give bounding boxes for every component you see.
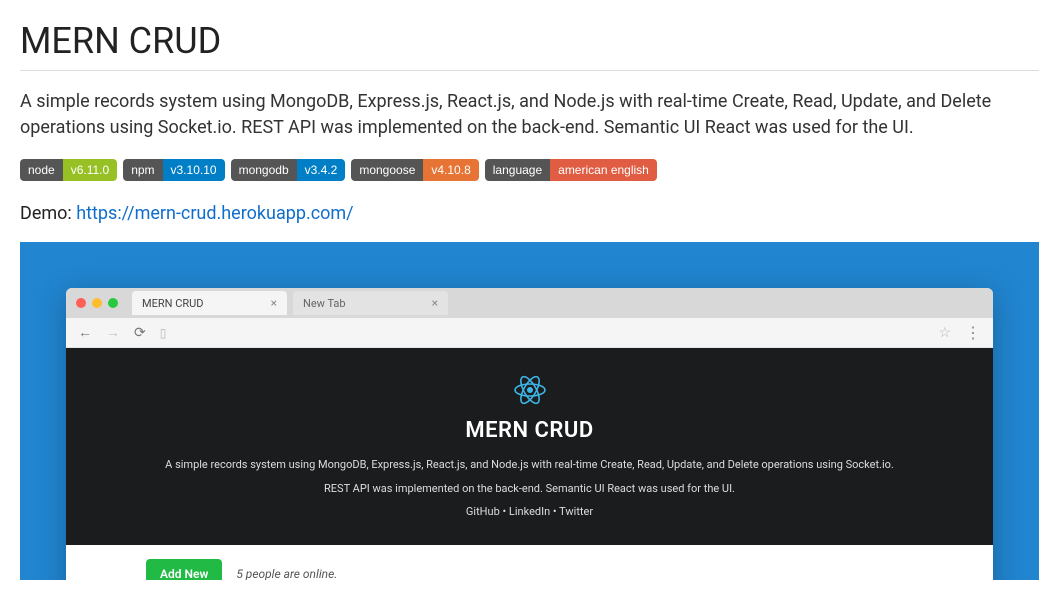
close-dot xyxy=(76,298,86,308)
browser-address-bar: ← → ⟳ ▯ ☆ ⋮ xyxy=(66,318,993,348)
maximize-dot xyxy=(108,298,118,308)
hero-links: GitHub • LinkedIn • Twitter xyxy=(96,504,963,519)
reload-icon[interactable]: ⟳ xyxy=(134,325,146,341)
badge-node: nodev6.11.0 xyxy=(20,159,117,181)
close-icon[interactable]: × xyxy=(432,296,438,310)
badge-npm: npmv3.10.10 xyxy=(123,159,224,181)
close-icon[interactable]: × xyxy=(271,296,277,310)
badge-row: nodev6.11.0 npmv3.10.10 mongodbv3.4.2 mo… xyxy=(20,159,1039,181)
page-title: MERN CRUD xyxy=(20,20,1039,62)
menu-icon[interactable]: ⋮ xyxy=(965,323,981,342)
online-count-text: 5 people are online. xyxy=(236,567,337,580)
react-logo-icon xyxy=(96,372,963,408)
tab-label: MERN CRUD xyxy=(142,297,204,310)
demo-line: Demo: https://mern-crud.herokuapp.com/ xyxy=(20,203,1039,224)
star-icon[interactable]: ☆ xyxy=(938,325,951,341)
browser-window: MERN CRUD × New Tab × ← → ⟳ ▯ ☆ ⋮ xyxy=(66,288,993,580)
hero-line1: A simple records system using MongoDB, E… xyxy=(96,457,963,472)
browser-tab-inactive[interactable]: New Tab × xyxy=(293,291,448,315)
hero-title: MERN CRUD xyxy=(96,418,963,443)
app-body: Add New 5 people are online. xyxy=(66,545,993,580)
demo-screenshot: MERN CRUD × New Tab × ← → ⟳ ▯ ☆ ⋮ xyxy=(20,242,1039,580)
description-text: A simple records system using MongoDB, E… xyxy=(20,89,1039,141)
browser-tabbar: MERN CRUD × New Tab × xyxy=(66,288,993,318)
back-icon[interactable]: ← xyxy=(78,324,92,341)
app-hero: MERN CRUD A simple records system using … xyxy=(66,348,993,545)
demo-label: Demo: xyxy=(20,203,76,224)
badge-mongodb: mongodbv3.4.2 xyxy=(231,159,346,181)
tab-label: New Tab xyxy=(303,297,346,310)
add-new-button[interactable]: Add New xyxy=(146,559,222,580)
forward-icon[interactable]: → xyxy=(106,324,120,341)
demo-link[interactable]: https://mern-crud.herokuapp.com/ xyxy=(76,203,353,224)
window-traffic-lights xyxy=(76,298,118,308)
badge-mongoose: mongoosev4.10.8 xyxy=(351,159,478,181)
badge-language: languageamerican english xyxy=(485,159,657,181)
hero-line2: REST API was implemented on the back-end… xyxy=(96,481,963,496)
browser-tab-active[interactable]: MERN CRUD × xyxy=(132,291,287,315)
minimize-dot xyxy=(92,298,102,308)
title-divider xyxy=(20,70,1039,71)
page-icon: ▯ xyxy=(160,326,167,340)
